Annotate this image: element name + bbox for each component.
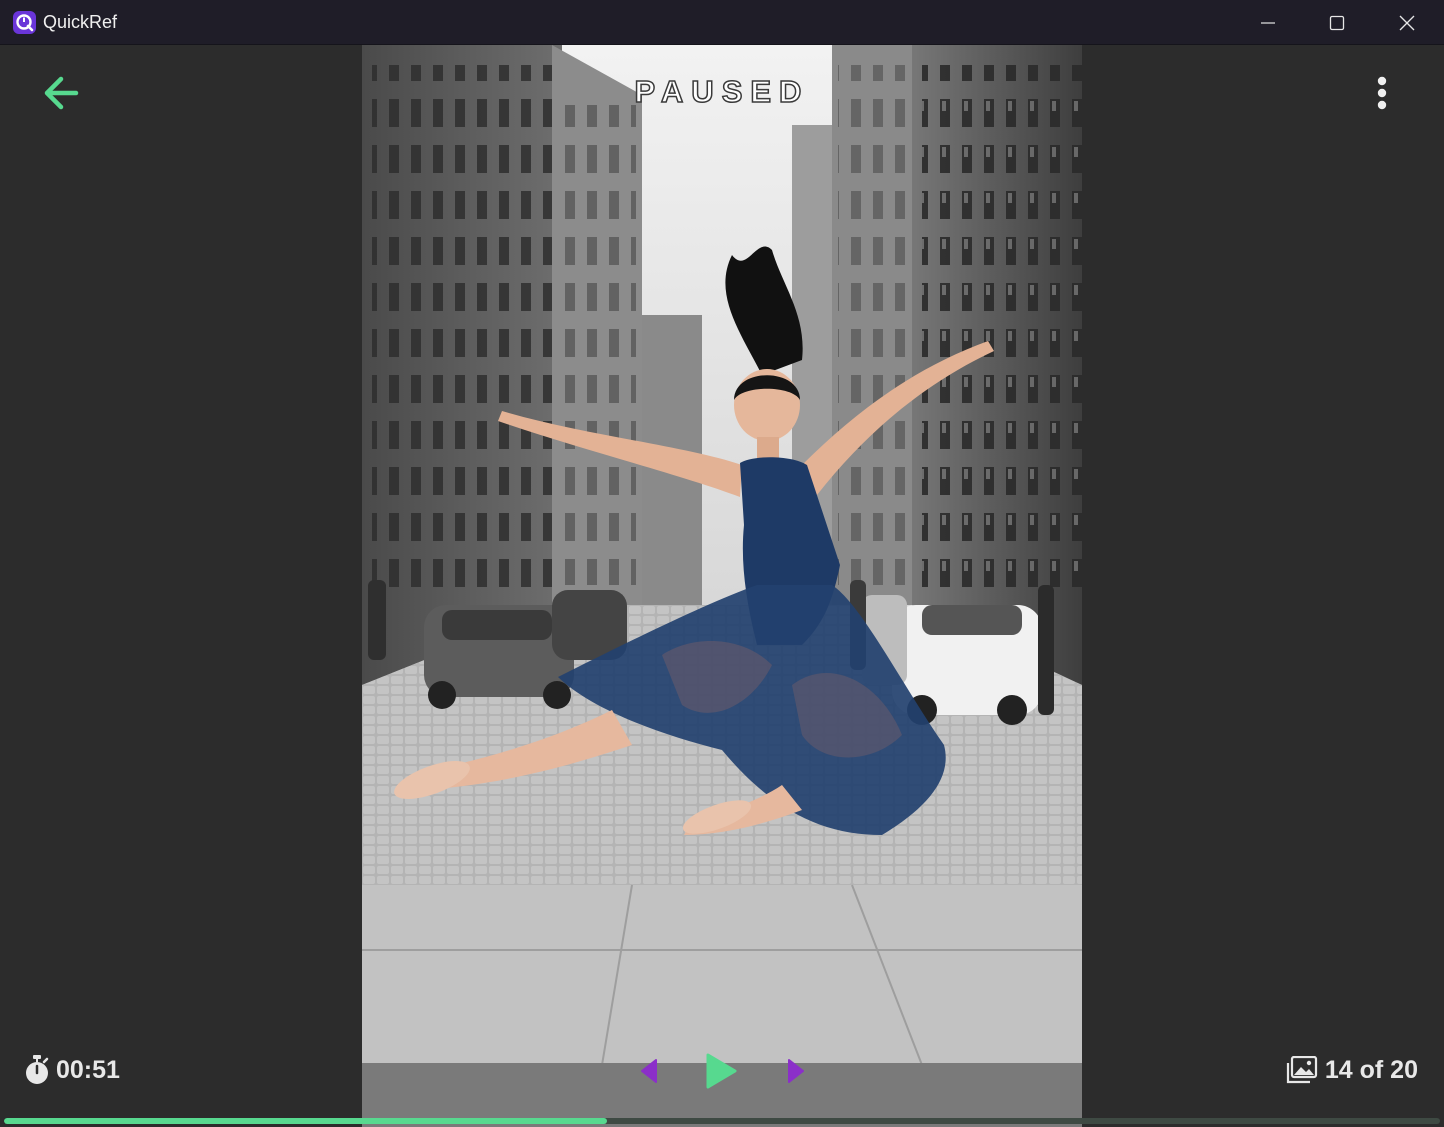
session-timer: 00:51	[24, 1052, 120, 1088]
maximize-button[interactable]	[1302, 0, 1372, 45]
more-vertical-icon	[1377, 76, 1387, 110]
minimize-button[interactable]	[1233, 0, 1303, 45]
previous-image-button[interactable]	[634, 1054, 664, 1088]
arrow-left-icon	[44, 76, 79, 110]
more-options-button[interactable]	[1362, 70, 1402, 116]
stopwatch-icon	[26, 1055, 49, 1084]
close-button[interactable]	[1372, 0, 1442, 45]
prev-triangle-icon	[641, 1059, 657, 1083]
title-bar: QuickRef	[0, 0, 1444, 45]
quickref-app-icon	[13, 11, 36, 34]
next-triangle-icon	[788, 1059, 804, 1083]
minimize-icon	[1261, 21, 1275, 24]
maximize-icon	[1329, 15, 1345, 30]
play-icon	[706, 1053, 737, 1089]
app-window: QuickRef PAUSED 00:51 14 of 20	[0, 0, 1444, 1127]
image-counter: 14 of 20	[1286, 1052, 1418, 1088]
gallery-icon	[1286, 1056, 1317, 1084]
reference-image[interactable]	[362, 45, 1082, 1127]
close-icon	[1399, 15, 1415, 30]
image-counter-value: 14 of 20	[1324, 1055, 1418, 1084]
back-button[interactable]	[36, 70, 86, 116]
window-title: QuickRef	[43, 12, 118, 32]
timer-value: 00:51	[56, 1055, 120, 1084]
paused-status: PAUSED	[634, 73, 810, 110]
play-button[interactable]	[700, 1049, 742, 1093]
session-progress-fill	[4, 1118, 608, 1124]
next-image-button[interactable]	[781, 1054, 811, 1088]
session-progress-bar	[4, 1118, 1440, 1124]
